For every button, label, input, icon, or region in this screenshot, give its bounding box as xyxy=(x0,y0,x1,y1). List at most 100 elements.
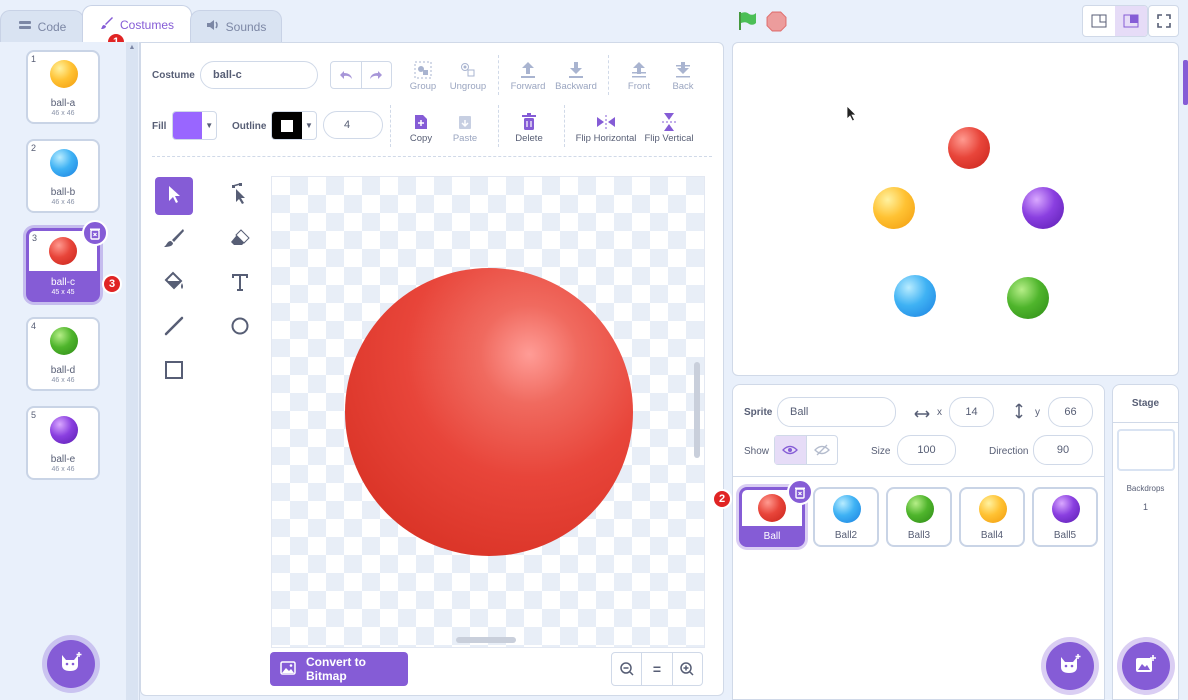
sprite-name: Ball3 xyxy=(907,530,931,541)
drawing-canvas[interactable] xyxy=(271,176,705,648)
undo-icon[interactable] xyxy=(331,62,362,88)
flip-horizontal-button[interactable]: Flip Horizontal xyxy=(571,111,641,144)
add-backdrop-icon xyxy=(1135,654,1157,679)
sprite-name-input[interactable]: Ball xyxy=(777,397,896,427)
size-input[interactable]: 100 xyxy=(897,435,956,465)
delete-sprite-icon[interactable] xyxy=(787,479,813,505)
copy-icon xyxy=(401,111,441,133)
stop-icon[interactable] xyxy=(766,11,787,37)
convert-to-bitmap-button[interactable]: Convert to Bitmap xyxy=(270,652,408,686)
costume-number: 4 xyxy=(31,321,37,331)
toolbar-divider xyxy=(152,156,712,157)
reshape-tool[interactable] xyxy=(221,177,259,215)
backdrops-count: 1 xyxy=(1142,502,1148,512)
costume-item-5[interactable]: 5 ball-e 46 x 46 xyxy=(26,406,100,480)
stage-sprite-ball2[interactable] xyxy=(894,275,936,317)
vertical-scrollbar[interactable] xyxy=(694,362,700,458)
eye-hidden-icon[interactable] xyxy=(807,436,838,464)
costume-size: 46 x 46 xyxy=(51,110,75,117)
stage-sprite-ball4[interactable] xyxy=(873,187,915,229)
fullscreen-icon[interactable] xyxy=(1148,5,1179,37)
direction-label: Direction xyxy=(989,446,1029,457)
fill-label: Fill xyxy=(152,121,167,132)
costume-ball-shape[interactable] xyxy=(345,268,633,556)
copy-button[interactable]: Copy xyxy=(401,111,441,144)
stage-thumbnail[interactable] xyxy=(1117,429,1175,471)
choose-costume-button[interactable] xyxy=(47,640,95,688)
direction-input[interactable]: 90 xyxy=(1033,435,1093,465)
costume-size: 46 x 46 xyxy=(51,199,75,206)
costume-thumbnail xyxy=(50,416,78,444)
select-tool[interactable] xyxy=(155,177,193,215)
stage-sprite-ball3[interactable] xyxy=(1007,277,1049,319)
backward-button[interactable]: Backward xyxy=(551,59,601,92)
costume-name: ball-a xyxy=(50,98,76,109)
sprite-name: Ball5 xyxy=(1053,530,1077,541)
costume-name: ball-b xyxy=(50,187,76,198)
stage-canvas[interactable] xyxy=(732,42,1179,376)
costume-number: 3 xyxy=(32,233,38,243)
costume-item-2[interactable]: 2 ball-b 46 x 46 xyxy=(26,139,100,213)
costume-thumbnail xyxy=(49,237,77,265)
small-stage-icon[interactable] xyxy=(1083,6,1115,36)
costume-name-input[interactable]: ball-c xyxy=(200,61,318,89)
choose-sprite-button[interactable] xyxy=(1046,642,1094,690)
tab-costumes[interactable]: Costumes xyxy=(82,5,192,43)
line-tool[interactable] xyxy=(155,309,193,347)
outline-color-picker[interactable]: ▼ xyxy=(271,111,317,140)
sprite-item-ball3[interactable]: Ball3 xyxy=(886,487,952,547)
eye-icon[interactable] xyxy=(775,436,807,464)
x-input[interactable]: 14 xyxy=(949,397,994,427)
tab-code[interactable]: Code xyxy=(0,10,84,42)
paste-button[interactable]: Paste xyxy=(445,111,485,144)
backward-label: Backward xyxy=(555,81,597,92)
stage-sprite-ball[interactable] xyxy=(948,127,990,169)
tab-sounds[interactable]: Sounds xyxy=(190,10,282,42)
stage-sprite-ball5[interactable] xyxy=(1022,187,1064,229)
flip-vertical-button[interactable]: Flip Vertical xyxy=(641,111,697,144)
outline-width-input[interactable]: 4 xyxy=(323,111,383,139)
costume-item-4[interactable]: 4 ball-d 46 x 46 xyxy=(26,317,100,391)
zoom-in-icon[interactable] xyxy=(673,653,702,685)
back-icon xyxy=(663,59,703,81)
trash-icon xyxy=(509,111,549,133)
fill-color-picker[interactable]: ▼ xyxy=(172,111,217,140)
zoom-reset-button[interactable]: = xyxy=(642,653,673,685)
sprite-name: Ball2 xyxy=(834,530,858,541)
group-button[interactable]: Group xyxy=(401,59,445,92)
delete-button[interactable]: Delete xyxy=(509,111,549,144)
divider xyxy=(608,55,609,95)
sprite-item-ball5[interactable]: Ball5 xyxy=(1032,487,1098,547)
text-icon xyxy=(230,272,250,297)
back-button[interactable]: Back xyxy=(663,59,703,92)
costume-list-scrollbar[interactable]: ▲ xyxy=(126,42,138,700)
delete-costume-icon[interactable] xyxy=(82,220,108,246)
sprite-thumbnail xyxy=(906,495,934,523)
forward-button[interactable]: Forward xyxy=(506,59,550,92)
redo-icon[interactable] xyxy=(362,62,392,88)
green-flag-icon[interactable] xyxy=(736,10,758,37)
y-input[interactable]: 66 xyxy=(1048,397,1093,427)
circle-tool[interactable] xyxy=(221,309,259,347)
choose-backdrop-button[interactable] xyxy=(1122,642,1170,690)
costume-item-1[interactable]: 1 ball-a 46 x 46 xyxy=(26,50,100,124)
costume-thumbnail xyxy=(50,327,78,355)
flip-horizontal-icon xyxy=(571,111,641,133)
text-tool[interactable] xyxy=(221,265,259,303)
zoom-controls: = xyxy=(611,652,703,686)
sprite-item-ball4[interactable]: Ball4 xyxy=(959,487,1025,547)
rectangle-tool[interactable] xyxy=(155,353,193,391)
zoom-out-icon[interactable] xyxy=(612,653,643,685)
side-tab-indicator xyxy=(1183,60,1188,105)
large-stage-icon[interactable] xyxy=(1115,6,1147,36)
vertical-arrows-icon xyxy=(1014,403,1024,424)
ungroup-button[interactable]: Ungroup xyxy=(445,59,491,92)
fill-tool[interactable] xyxy=(155,265,193,303)
horizontal-scrollbar[interactable] xyxy=(456,637,516,643)
brush-tool[interactable] xyxy=(155,221,193,259)
eraser-tool[interactable] xyxy=(221,221,259,259)
annotation-badge-3: 3 xyxy=(102,274,122,294)
sprite-item-ball2[interactable]: Ball2 xyxy=(813,487,879,547)
front-button[interactable]: Front xyxy=(619,59,659,92)
divider xyxy=(390,105,391,147)
